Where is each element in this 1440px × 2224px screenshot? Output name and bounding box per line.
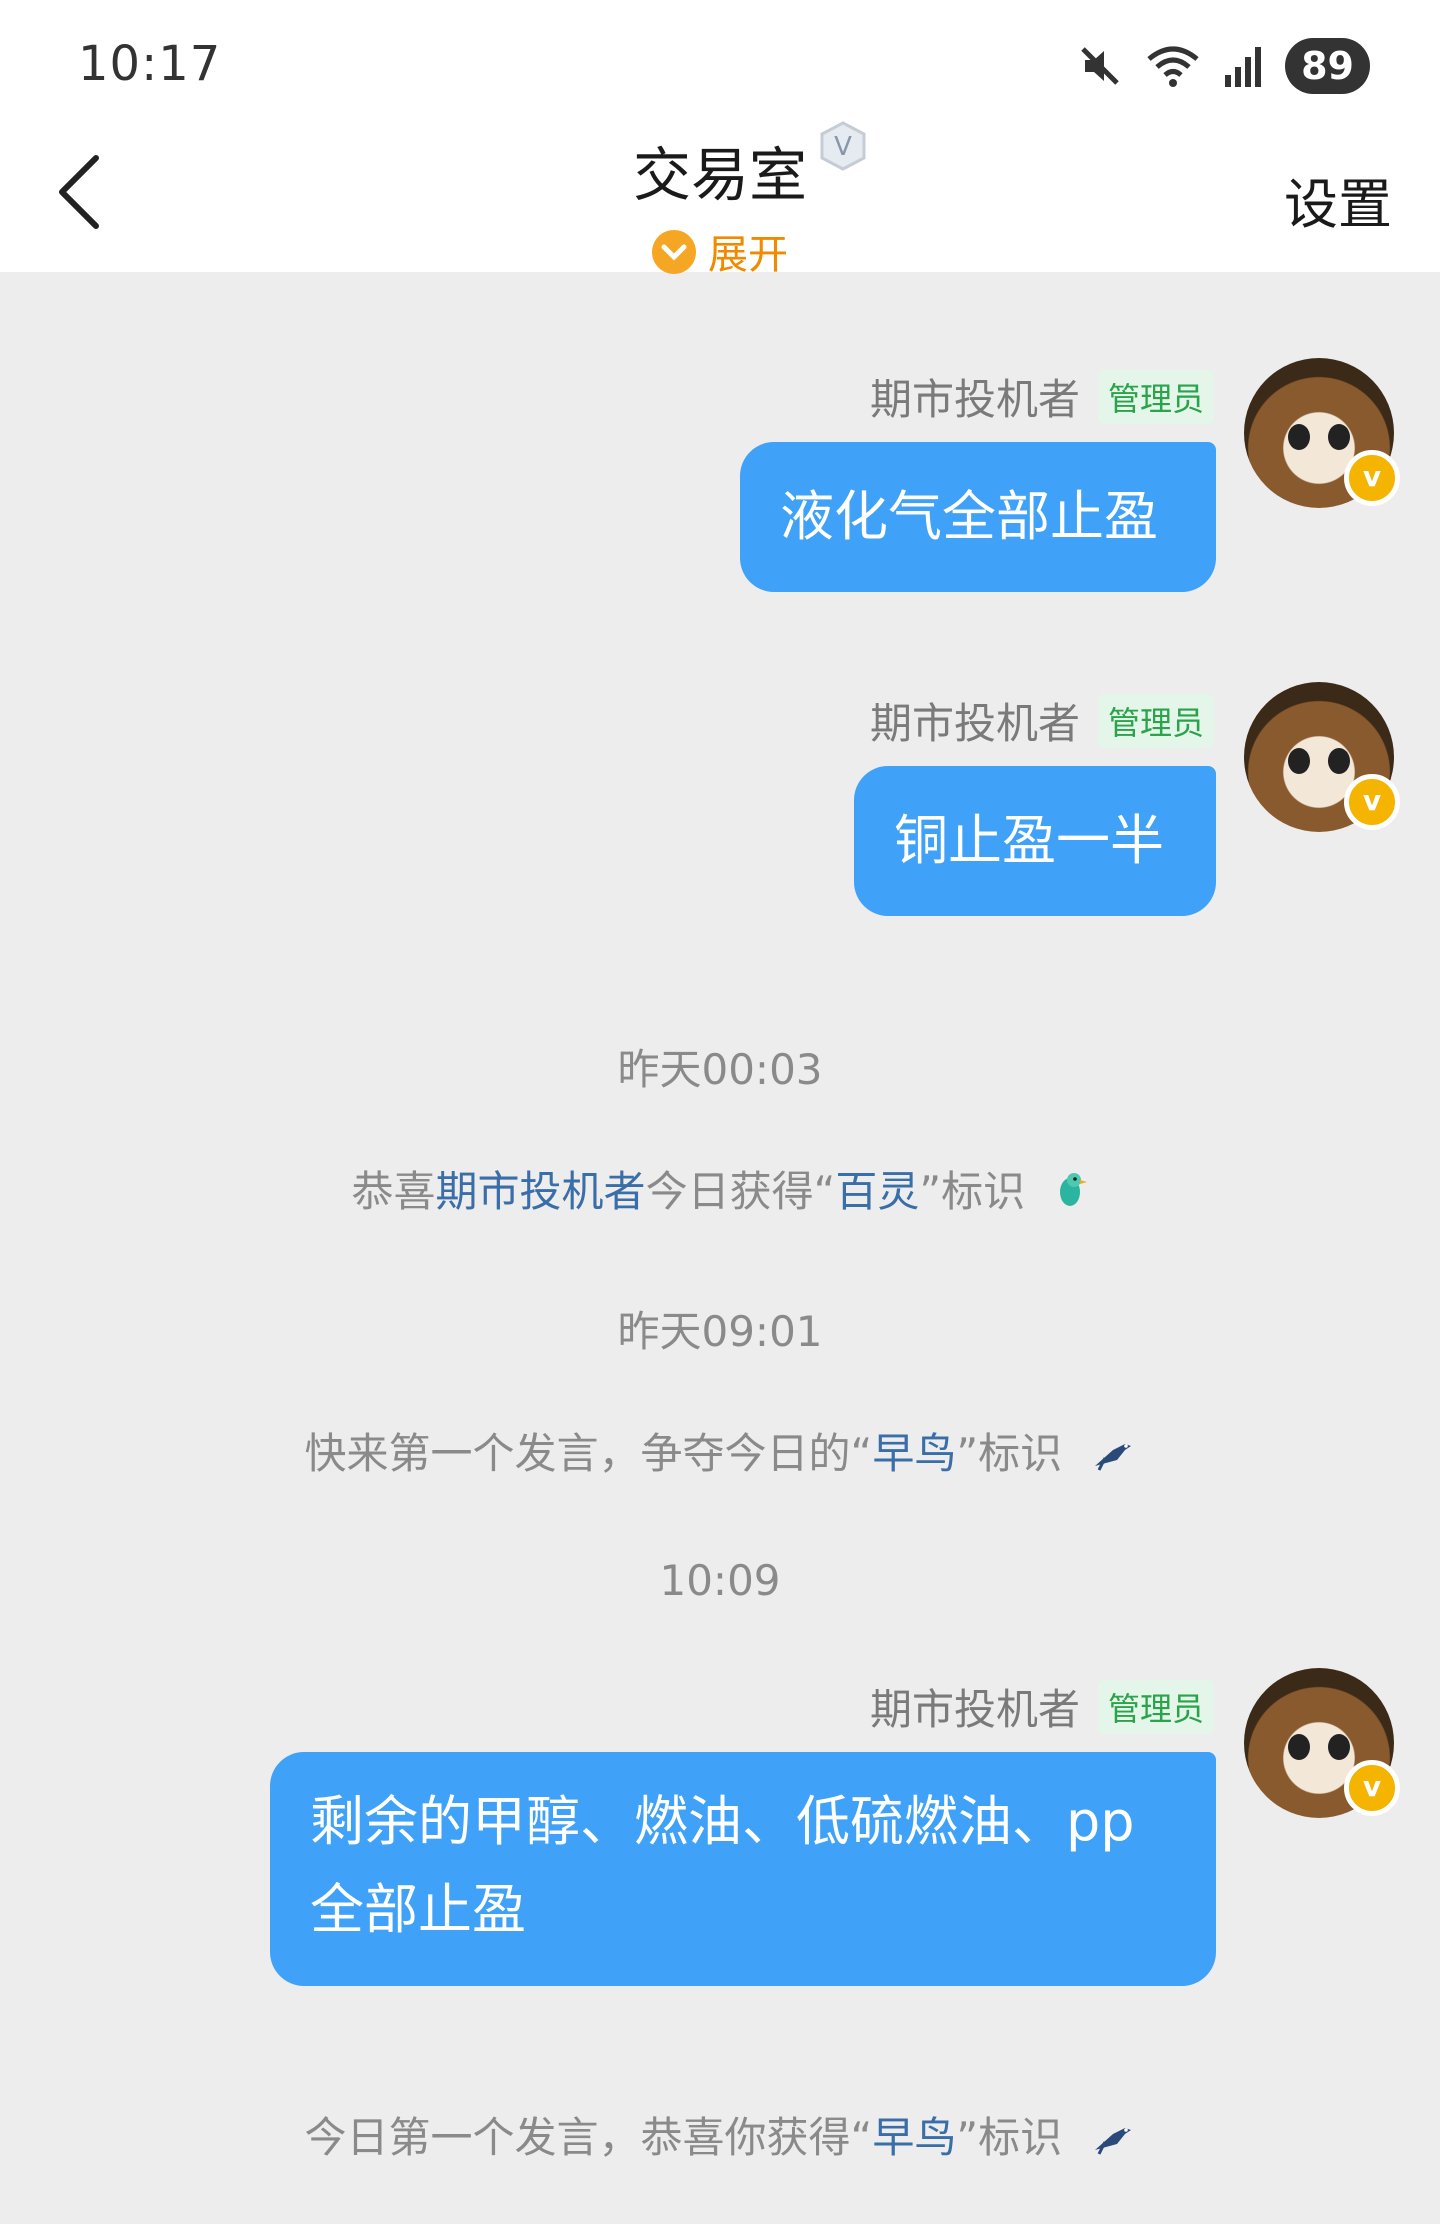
message-sender: 期市投机者 管理员	[870, 366, 1214, 427]
status-icons: 89	[1077, 36, 1370, 96]
title-area: 交易室 V	[0, 121, 1440, 212]
page-title: 交易室 V	[632, 121, 866, 212]
message-line: 全部止盈	[310, 1878, 526, 1941]
mute-icon	[1081, 47, 1119, 85]
chevron-down-icon	[652, 230, 696, 274]
notice-tag: 百灵	[835, 1167, 920, 1216]
avatar[interactable]: v	[1244, 682, 1400, 832]
timestamp: 昨天09:01	[617, 1307, 823, 1356]
avatar[interactable]: v	[1244, 1668, 1400, 1818]
battery-level: 89	[1285, 38, 1370, 94]
notice-user-link[interactable]: 期市投机者	[436, 1167, 646, 1216]
system-notice: 恭喜期市投机者今日获得“百灵”标识	[0, 1158, 1440, 1219]
expand-label: 展开	[708, 232, 788, 278]
svg-text:V: V	[834, 132, 852, 162]
admin-badge: 管理员	[1097, 693, 1214, 748]
notice-tag: 早鸟	[872, 1429, 957, 1478]
bird-icon	[1060, 1173, 1088, 1206]
top-bar: 10:17 89 交易室 V 展开 设置	[0, 0, 1440, 278]
message-sender: 期市投机者 管理员	[870, 1676, 1214, 1737]
notice-text: ”标识	[956, 2113, 1063, 2162]
admin-badge: 管理员	[1097, 1679, 1214, 1734]
status-time: 10:17	[78, 36, 222, 92]
bird-icon	[1095, 2128, 1132, 2155]
message-sender: 期市投机者 管理员	[870, 690, 1214, 751]
vip-icon: v	[1344, 774, 1400, 830]
bird-icon	[1095, 1444, 1132, 1471]
sender-name[interactable]: 期市投机者	[870, 1676, 1080, 1737]
timestamp: 10:09	[659, 1556, 781, 1605]
avatar[interactable]: v	[1244, 358, 1400, 508]
system-notice: 快来第一个发言，争夺今日的“早鸟”标识	[0, 1420, 1440, 1481]
notice-text: 今日获得“	[645, 1167, 836, 1216]
message-line: 剩余的甲醇、燃油、低硫燃油、pp	[310, 1790, 1135, 1853]
expand-toggle[interactable]: 展开	[0, 222, 1440, 280]
vip-icon: v	[1344, 1760, 1400, 1816]
notice-text: ”标识	[919, 1167, 1026, 1216]
message-bubble[interactable]: 剩余的甲醇、燃油、低硫燃油、pp 全部止盈	[270, 1752, 1216, 1986]
notice-text: 今日第一个发言，恭喜你获得“	[304, 2113, 873, 2162]
message-bubble[interactable]: 铜止盈一半	[854, 766, 1216, 916]
sender-name[interactable]: 期市投机者	[870, 690, 1080, 751]
message-bubble[interactable]: 液化气全部止盈	[740, 442, 1216, 592]
system-notice: 今日第一个发言，恭喜你获得“早鸟”标识	[0, 2104, 1440, 2165]
timestamp: 昨天00:03	[617, 1045, 823, 1094]
signal-icon	[1225, 47, 1262, 87]
settings-button[interactable]: 设置	[1284, 160, 1392, 239]
admin-badge: 管理员	[1097, 369, 1214, 424]
verified-icon: V	[820, 121, 866, 171]
vip-icon: v	[1344, 450, 1400, 506]
notice-tag: 早鸟	[872, 2113, 957, 2162]
notice-text: 恭喜	[351, 1167, 436, 1216]
sender-name[interactable]: 期市投机者	[870, 366, 1080, 427]
notice-text: 快来第一个发言，争夺今日的“	[304, 1429, 873, 1478]
page-title-text: 交易室	[632, 141, 807, 209]
wifi-icon	[1147, 46, 1199, 87]
notice-text: ”标识	[956, 1429, 1063, 1478]
